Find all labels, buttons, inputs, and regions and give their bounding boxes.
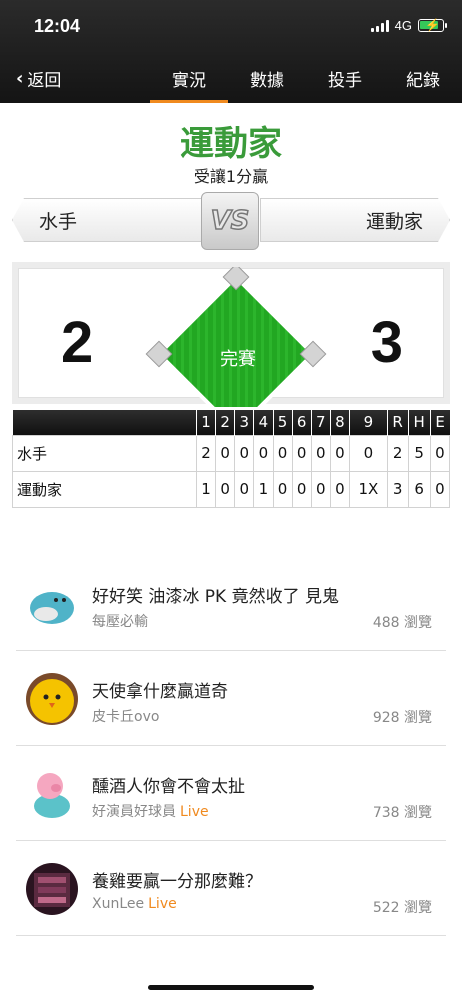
home-indicator[interactable] bbox=[148, 985, 314, 990]
table-cell: 0 bbox=[291, 470, 312, 508]
table-cell: 0 bbox=[272, 470, 293, 508]
boxscore-header-row: 1 2 3 4 5 6 7 8 9 R H E bbox=[12, 410, 450, 435]
inning-header: 7 bbox=[310, 410, 331, 435]
table-cell: 2 bbox=[386, 434, 409, 472]
table-row: 水手 2 0 0 0 0 0 0 0 0 2 5 0 bbox=[12, 434, 451, 472]
top-header: 12:04 4G ⚡ ‹ 返回 實況 數據 投手 紀錄 bbox=[0, 0, 462, 103]
post-title: 醺酒人你會不會太扯 bbox=[92, 777, 245, 797]
boxscore-team-header bbox=[12, 410, 197, 435]
tab-live[interactable]: 實況 bbox=[150, 66, 228, 103]
table-cell: 1 bbox=[253, 470, 274, 508]
row-team-name: 運動家 bbox=[12, 470, 197, 508]
table-cell: 0 bbox=[349, 434, 388, 472]
chick-avatar bbox=[26, 673, 78, 725]
back-label: 返回 bbox=[27, 71, 62, 91]
table-cell: 0 bbox=[329, 470, 351, 508]
post-author: 每壓必輸 bbox=[92, 614, 148, 630]
signal-icon bbox=[370, 19, 389, 32]
game-status: 完賽 bbox=[220, 349, 256, 370]
inning-header: 4 bbox=[253, 410, 273, 435]
view-count: 522 瀏覽 bbox=[372, 900, 432, 916]
post-author: XunLee Live bbox=[92, 896, 177, 912]
table-cell: 0 bbox=[215, 470, 236, 508]
row-team-name: 水手 bbox=[12, 434, 197, 472]
table-cell: 0 bbox=[310, 434, 331, 472]
table-cell: 0 bbox=[329, 434, 351, 472]
inning-header: 2 bbox=[215, 410, 235, 435]
status-indicators: 4G ⚡ bbox=[370, 18, 447, 33]
tab-records[interactable]: 紀錄 bbox=[384, 66, 462, 103]
photo-avatar bbox=[26, 863, 78, 915]
list-item[interactable]: 養雞要贏一分那麼難？ XunLee Live 522 瀏覽 bbox=[16, 841, 446, 936]
table-cell: 1X bbox=[349, 470, 388, 508]
pig-avatar bbox=[26, 768, 78, 820]
table-cell: 6 bbox=[407, 470, 431, 508]
hits-header: H bbox=[407, 410, 431, 435]
matchup-bar: 水手 運動家 VS bbox=[12, 192, 450, 250]
table-cell: 0 bbox=[429, 470, 451, 508]
seal-avatar bbox=[26, 578, 78, 630]
table-cell: 0 bbox=[291, 434, 312, 472]
errors-header: E bbox=[429, 410, 450, 435]
list-item[interactable]: 醺酒人你會不會太扯 好演員好球員 Live 738 瀏覽 bbox=[16, 746, 446, 841]
inning-header: 3 bbox=[234, 410, 254, 435]
table-cell: 0 bbox=[234, 470, 255, 508]
baseball-diamond bbox=[145, 267, 327, 407]
boxscore-table: 1 2 3 4 5 6 7 8 9 R H E 水手 2 0 0 0 0 0 0… bbox=[12, 410, 451, 508]
post-author: 好演員好球員 Live bbox=[92, 804, 209, 820]
network-label: 4G bbox=[394, 18, 412, 33]
inning-header: 1 bbox=[195, 410, 216, 435]
tab-pitchers[interactable]: 投手 bbox=[306, 66, 384, 103]
table-row: 運動家 1 0 0 1 0 0 0 0 1X 3 6 0 bbox=[12, 470, 451, 508]
post-title: 天使拿什麼贏道奇 bbox=[92, 682, 228, 702]
inning-header: 9 bbox=[349, 410, 388, 435]
status-time: 12:04 bbox=[34, 16, 81, 36]
inning-header: 8 bbox=[329, 410, 350, 435]
table-cell: 0 bbox=[310, 470, 331, 508]
table-cell: 5 bbox=[407, 434, 431, 472]
back-button[interactable]: ‹ 返回 bbox=[16, 66, 61, 91]
tab-stats[interactable]: 數據 bbox=[228, 66, 306, 103]
table-cell: 0 bbox=[429, 434, 451, 472]
table-cell: 0 bbox=[234, 434, 255, 472]
battery-icon: ⚡ bbox=[418, 18, 447, 32]
away-team[interactable]: 水手 bbox=[12, 198, 202, 242]
view-count: 928 瀏覽 bbox=[372, 710, 432, 726]
view-count: 738 瀏覽 bbox=[372, 805, 432, 821]
inning-header: 6 bbox=[291, 410, 312, 435]
post-title: 好好笑 油漆冰 PK 竟然收了 見鬼 bbox=[92, 587, 340, 607]
table-cell: 0 bbox=[215, 434, 236, 472]
table-cell: 1 bbox=[195, 470, 217, 508]
runs-header: R bbox=[386, 410, 409, 435]
list-item[interactable]: 天使拿什麼贏道奇 皮卡丘ovo 928 瀏覽 bbox=[16, 651, 446, 746]
table-cell: 0 bbox=[253, 434, 274, 472]
handicap-text: 受讓1分贏 bbox=[193, 167, 269, 186]
home-team[interactable]: 運動家 bbox=[260, 198, 450, 242]
home-team-name: 運動家 bbox=[365, 210, 423, 233]
table-cell: 3 bbox=[386, 470, 409, 508]
discussion-feed: 好好笑 油漆冰 PK 竟然收了 見鬼 每壓必輸 488 瀏覽 天使拿什麼贏道奇 … bbox=[16, 556, 446, 936]
tab-bar: 實況 數據 投手 紀錄 bbox=[150, 66, 462, 103]
table-cell: 2 bbox=[195, 434, 217, 472]
away-team-name: 水手 bbox=[39, 210, 78, 233]
vs-badge: VS bbox=[201, 192, 259, 250]
chevron-left-icon: ‹ bbox=[16, 68, 24, 89]
score-panel: 2 3 完賽 bbox=[12, 262, 450, 407]
winner-team: 運動家 bbox=[180, 124, 282, 164]
table-cell: 0 bbox=[272, 434, 293, 472]
post-title: 養雞要贏一分那麼難？ bbox=[92, 872, 262, 892]
post-author: 皮卡丘ovo bbox=[92, 709, 160, 725]
list-item[interactable]: 好好笑 油漆冰 PK 竟然收了 見鬼 每壓必輸 488 瀏覽 bbox=[16, 556, 446, 651]
view-count: 488 瀏覽 bbox=[372, 615, 432, 631]
inning-header: 5 bbox=[272, 410, 293, 435]
